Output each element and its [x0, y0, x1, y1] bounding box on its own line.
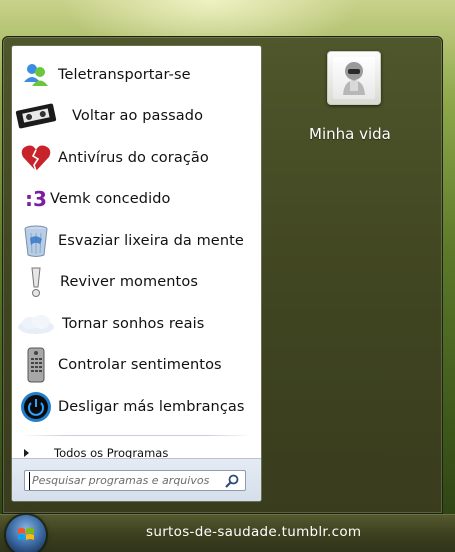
- program-label: Esvaziar lixeira da mente: [58, 232, 244, 249]
- separator: [20, 435, 253, 436]
- vhs-tape-icon: [14, 99, 58, 133]
- program-label: Desligar más lembranças: [58, 398, 245, 415]
- start-menu: Teletransportar-se Voltar ao passado Ant…: [2, 36, 443, 514]
- program-item-desligar[interactable]: Desligar más lembranças: [12, 386, 261, 428]
- taskbar: surtos-de-saudade.tumblr.com: [0, 514, 455, 552]
- search-area: [12, 458, 261, 501]
- program-item-esvaziar-lixeira[interactable]: Esvaziar lixeira da mente: [12, 220, 261, 262]
- user-link-minha-vida[interactable]: Minha vida: [309, 125, 391, 143]
- program-list: Teletransportar-se Voltar ao passado Ant…: [12, 54, 261, 428]
- program-item-reviver[interactable]: Reviver momentos: [12, 262, 261, 304]
- program-item-sonhos[interactable]: Tornar sonhos reais: [12, 303, 261, 345]
- program-label: Voltar ao passado: [72, 108, 204, 125]
- program-item-voltar-passado[interactable]: Voltar ao passado: [12, 96, 261, 138]
- emoticon-icon: :3: [19, 182, 53, 216]
- program-label: Reviver momentos: [60, 274, 198, 291]
- people-messenger-icon: [19, 58, 53, 92]
- program-item-vemk[interactable]: :3 Vemk concedido: [12, 179, 261, 221]
- user-picture[interactable]: [327, 51, 381, 105]
- chevron-right-icon: [24, 449, 29, 457]
- program-item-controlar[interactable]: Controlar sentimentos: [12, 345, 261, 387]
- start-button[interactable]: [6, 515, 46, 552]
- programs-pane: Teletransportar-se Voltar ao passado Ant…: [11, 45, 262, 502]
- broken-heart-icon: [19, 141, 53, 175]
- search-icon[interactable]: [224, 473, 240, 489]
- emoticon-text: :3: [25, 187, 47, 212]
- exclamation-icon: [19, 265, 53, 299]
- program-label: Teletransportar-se: [58, 66, 191, 83]
- taskbar-caption: surtos-de-saudade.tumblr.com: [146, 524, 362, 540]
- cloud-icon: [16, 307, 56, 341]
- program-label: Controlar sentimentos: [58, 357, 222, 374]
- avatar: [333, 57, 375, 99]
- search-input[interactable]: [29, 471, 219, 490]
- windows-flag-icon: [18, 528, 34, 540]
- program-item-teletransportar[interactable]: Teletransportar-se: [12, 54, 261, 96]
- power-button-icon: [19, 390, 53, 424]
- remote-control-icon: [19, 347, 53, 383]
- recycle-bin-icon: [19, 224, 53, 258]
- program-label: Antivírus do coração: [58, 149, 209, 166]
- program-label: Vemk concedido: [50, 191, 171, 208]
- search-box: [24, 470, 246, 491]
- program-label: Tornar sonhos reais: [62, 315, 205, 332]
- program-item-antivirus[interactable]: Antivírus do coração: [12, 137, 261, 179]
